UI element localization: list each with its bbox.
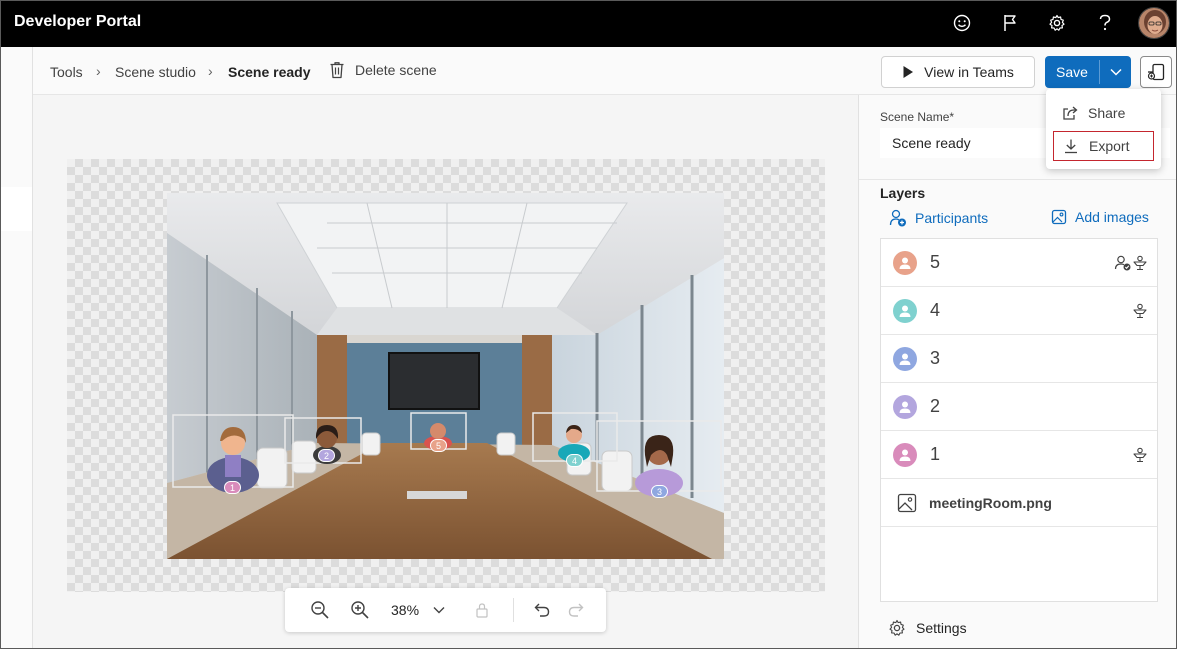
- toggle-panel-button[interactable]: [1140, 56, 1172, 88]
- breadcrumb-separator: ›: [96, 63, 101, 79]
- seat-icon[interactable]: [1131, 446, 1149, 464]
- left-rail: [0, 47, 33, 649]
- person-check-icon[interactable]: [1114, 254, 1132, 272]
- command-bar: Tools › Scene studio › Scene ready Delet…: [33, 47, 1177, 95]
- zoom-level: 38%: [391, 602, 420, 618]
- person-avatar-icon: [893, 395, 917, 419]
- help-icon[interactable]: [1094, 12, 1116, 34]
- trash-icon: [329, 61, 345, 79]
- person-avatar-icon: [893, 299, 917, 323]
- layer-row-image[interactable]: meetingRoom.png: [881, 479, 1157, 527]
- properties-panel: Scene Name* Scene ready Layers Participa…: [858, 95, 1177, 649]
- seat-badge: 2: [318, 449, 335, 462]
- layers-list: 5 4 3 2 1 meetingRoom.png: [880, 238, 1158, 602]
- layer-label: 3: [930, 348, 941, 368]
- zoom-in-icon[interactable]: [349, 599, 371, 621]
- breadcrumb-tools[interactable]: Tools: [50, 64, 83, 80]
- toolbar-divider: [513, 598, 514, 622]
- layer-row-5[interactable]: 5: [881, 239, 1157, 287]
- image-add-icon: [1051, 209, 1067, 225]
- image-layer-label: meetingRoom.png: [929, 495, 1052, 511]
- participants-button[interactable]: Participants: [889, 209, 988, 227]
- layer-label: 2: [930, 396, 941, 416]
- chevron-down-icon: [1109, 68, 1122, 76]
- user-avatar[interactable]: [1138, 7, 1170, 39]
- add-images-label: Add images: [1075, 209, 1149, 225]
- layer-label: 4: [930, 300, 941, 320]
- layers-title: Layers: [880, 185, 926, 201]
- save-dropdown-menu: Share Export: [1046, 89, 1161, 169]
- breadcrumb-separator: ›: [208, 63, 213, 79]
- scene-name-label: Scene Name*: [880, 110, 955, 124]
- save-options-button[interactable]: [1100, 56, 1131, 88]
- seat-badge: 5: [430, 439, 447, 452]
- app-title: Developer Portal: [14, 13, 142, 30]
- layer-row-2[interactable]: 2: [881, 383, 1157, 431]
- seat-icon[interactable]: [1131, 302, 1149, 320]
- add-person-icon: [889, 209, 907, 227]
- layer-row-4[interactable]: 4: [881, 287, 1157, 335]
- panel-toggle-icon: [1147, 63, 1165, 81]
- undo-icon[interactable]: [531, 599, 553, 621]
- settings-label: Settings: [916, 620, 967, 636]
- scene-preview-image[interactable]: 1 2 5 4 3: [167, 193, 724, 559]
- zoom-out-icon[interactable]: [309, 599, 331, 621]
- person-avatar-icon: [893, 251, 917, 275]
- save-button[interactable]: Save: [1045, 56, 1099, 88]
- top-bar: Developer Portal: [0, 0, 1177, 47]
- view-in-teams-button[interactable]: View in Teams: [881, 56, 1035, 88]
- add-images-button[interactable]: Add images: [1051, 209, 1149, 225]
- settings-button[interactable]: Settings: [888, 619, 967, 637]
- seat-badge: 4: [566, 454, 583, 467]
- breadcrumb-scene-studio[interactable]: Scene studio: [115, 64, 196, 80]
- layer-row-3[interactable]: 3: [881, 335, 1157, 383]
- rail-tab-active[interactable]: [0, 187, 32, 231]
- seat-icon[interactable]: [1131, 254, 1149, 272]
- zoom-toolbar: 38%: [285, 588, 606, 632]
- panel-divider: [859, 179, 1177, 180]
- menu-item-export[interactable]: Export: [1053, 131, 1154, 161]
- gear-icon[interactable]: [1046, 12, 1068, 34]
- layer-label: 5: [930, 252, 941, 272]
- download-icon: [1063, 138, 1079, 154]
- flag-icon[interactable]: [999, 12, 1021, 34]
- redo-icon[interactable]: [565, 599, 587, 621]
- breadcrumb-current: Scene ready: [228, 64, 311, 80]
- delete-scene-button[interactable]: Delete scene: [329, 61, 437, 79]
- view-in-teams-label: View in Teams: [924, 64, 1014, 80]
- image-icon: [895, 491, 919, 515]
- menu-item-share[interactable]: Share: [1053, 98, 1154, 128]
- layer-label: 1: [930, 444, 941, 464]
- layer-row-1[interactable]: 1: [881, 431, 1157, 479]
- seat-badge: 3: [651, 485, 668, 498]
- save-split-button: Save: [1045, 56, 1131, 88]
- person-avatar-icon: [893, 443, 917, 467]
- menu-item-label: Share: [1088, 105, 1126, 121]
- lock-icon[interactable]: [471, 599, 493, 621]
- zoom-dropdown-chevron-icon[interactable]: [428, 599, 450, 621]
- share-icon: [1062, 105, 1078, 121]
- delete-scene-label: Delete scene: [355, 62, 437, 78]
- play-icon: [902, 65, 914, 79]
- gear-icon: [888, 619, 906, 637]
- person-avatar-icon: [893, 347, 917, 371]
- menu-item-label: Export: [1089, 138, 1130, 154]
- seat-badge: 1: [224, 481, 241, 494]
- participants-label: Participants: [915, 210, 989, 226]
- smiley-icon[interactable]: [951, 12, 973, 34]
